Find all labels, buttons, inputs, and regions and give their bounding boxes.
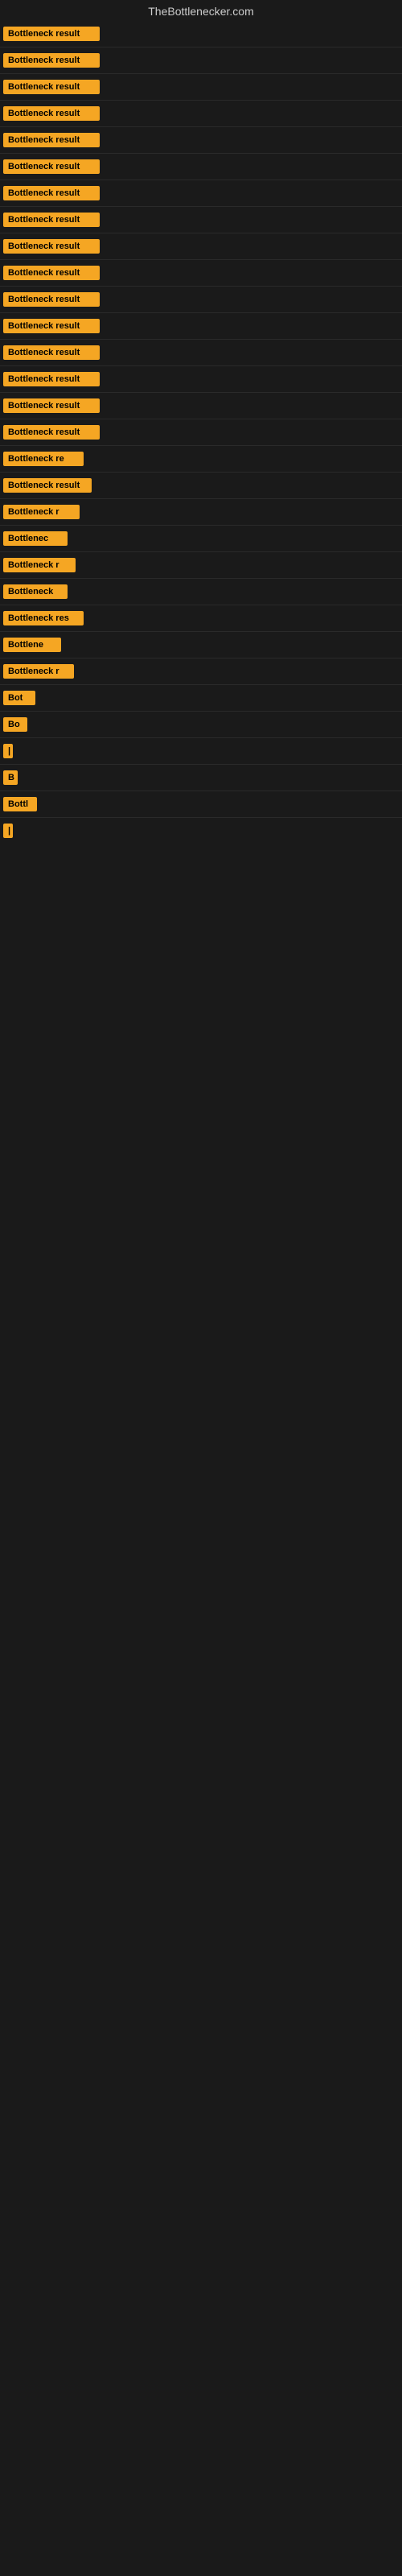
list-item: Bottleneck result	[0, 315, 402, 337]
list-item: Bottlene	[0, 634, 402, 656]
list-item: Bottleneck result	[0, 235, 402, 258]
bottleneck-result-badge[interactable]: Bottleneck result	[3, 345, 100, 360]
site-title: TheBottlenecker.com	[0, 0, 402, 23]
list-item: Bottleneck result	[0, 182, 402, 204]
bottleneck-result-badge[interactable]: Bottleneck r	[3, 664, 74, 679]
bottleneck-result-badge[interactable]: Bottleneck result	[3, 266, 100, 280]
bottleneck-result-badge[interactable]: Bottl	[3, 797, 37, 811]
bottleneck-result-badge[interactable]: Bottleneck re	[3, 452, 84, 466]
list-item: |	[0, 819, 402, 842]
bottleneck-result-badge[interactable]: Bo	[3, 717, 27, 732]
bottleneck-result-badge[interactable]: Bottleneck r	[3, 505, 80, 519]
bottleneck-result-badge[interactable]: B	[3, 770, 18, 785]
bottleneck-result-badge[interactable]: Bottleneck res	[3, 611, 84, 625]
list-item: Bottl	[0, 793, 402, 815]
list-item: Bottleneck result	[0, 76, 402, 98]
bottleneck-result-badge[interactable]: Bottleneck result	[3, 106, 100, 121]
list-item: Bottleneck	[0, 580, 402, 603]
list-item: Bottleneck result	[0, 474, 402, 497]
list-item: Bottleneck result	[0, 23, 402, 45]
site-title-text: TheBottlenecker.com	[148, 5, 254, 18]
bottleneck-result-badge[interactable]: Bottleneck result	[3, 478, 92, 493]
list-item: Bot	[0, 687, 402, 709]
bottleneck-result-badge[interactable]: |	[3, 744, 13, 758]
bottleneck-result-badge[interactable]: Bottleneck result	[3, 186, 100, 200]
bottleneck-list: Bottleneck result Bottleneck result Bottle…	[0, 23, 402, 842]
bottleneck-result-badge[interactable]: Bottleneck result	[3, 372, 100, 386]
list-item: Bottleneck result	[0, 421, 402, 444]
bottleneck-result-badge[interactable]: Bottleneck	[3, 584, 68, 599]
bottleneck-result-badge[interactable]: Bottleneck result	[3, 80, 100, 94]
bottleneck-result-badge[interactable]: Bottleneck result	[3, 27, 100, 41]
list-item: Bottleneck result	[0, 102, 402, 125]
bottleneck-result-badge[interactable]: Bottleneck result	[3, 425, 100, 440]
bottleneck-result-badge[interactable]: Bot	[3, 691, 35, 705]
list-item: Bottleneck result	[0, 288, 402, 311]
list-item: Bottlenec	[0, 527, 402, 550]
list-item: Bottleneck result	[0, 341, 402, 364]
bottleneck-result-badge[interactable]: Bottleneck result	[3, 319, 100, 333]
bottleneck-result-badge[interactable]: Bottleneck result	[3, 53, 100, 68]
list-item: Bottleneck result	[0, 49, 402, 72]
bottleneck-result-badge[interactable]: Bottleneck result	[3, 159, 100, 174]
list-item: Bottleneck result	[0, 208, 402, 231]
list-item: Bottleneck result	[0, 394, 402, 417]
list-item: Bottleneck re	[0, 448, 402, 470]
list-item: Bottleneck r	[0, 501, 402, 523]
bottleneck-result-badge[interactable]: Bottlenec	[3, 531, 68, 546]
list-item: Bottleneck r	[0, 660, 402, 683]
list-item: Bottleneck result	[0, 368, 402, 390]
bottleneck-result-badge[interactable]: |	[3, 824, 13, 838]
list-item: Bo	[0, 713, 402, 736]
bottleneck-result-badge[interactable]: Bottlene	[3, 638, 61, 652]
list-item: Bottleneck result	[0, 155, 402, 178]
bottleneck-result-badge[interactable]: Bottleneck result	[3, 133, 100, 147]
list-item: Bottleneck res	[0, 607, 402, 630]
list-item: Bottleneck r	[0, 554, 402, 576]
bottleneck-result-badge[interactable]: Bottleneck result	[3, 213, 100, 227]
list-item: |	[0, 740, 402, 762]
bottleneck-result-badge[interactable]: Bottleneck result	[3, 239, 100, 254]
bottleneck-result-badge[interactable]: Bottleneck result	[3, 292, 100, 307]
list-item: Bottleneck result	[0, 129, 402, 151]
bottleneck-result-badge[interactable]: Bottleneck result	[3, 398, 100, 413]
list-item: B	[0, 766, 402, 789]
list-item: Bottleneck result	[0, 262, 402, 284]
bottleneck-result-badge[interactable]: Bottleneck r	[3, 558, 76, 572]
